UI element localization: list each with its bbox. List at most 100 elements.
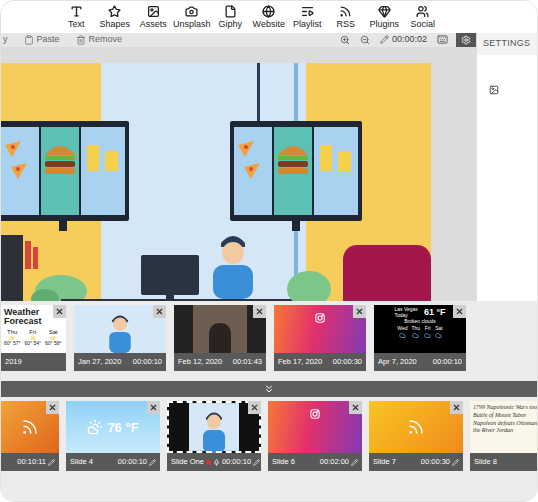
- remove-slide-button[interactable]: [253, 305, 266, 318]
- remove-slide-button[interactable]: [153, 305, 166, 318]
- edit-bar: y Paste Remove 00:00:02: [1, 33, 476, 47]
- slide-date: Jan 27, 2020: [78, 356, 121, 367]
- strip-divider[interactable]: [1, 381, 537, 397]
- cloud-icon: [424, 332, 431, 339]
- remove-slide-button[interactable]: [453, 305, 466, 318]
- city-forecast: WedThuFriSat: [397, 326, 442, 339]
- close-icon: [355, 307, 364, 316]
- instagram-art: [268, 401, 362, 453]
- close-icon: [48, 403, 57, 412]
- temperature-art: 76 °F: [66, 401, 160, 453]
- gear-icon: [461, 35, 471, 45]
- toolbar-button[interactable]: Plugins: [365, 5, 404, 29]
- remove-slide-button[interactable]: [353, 305, 366, 318]
- file-icon: [224, 5, 237, 18]
- wall-monitor: [230, 121, 362, 231]
- close-icon: [351, 403, 360, 412]
- cloud-sun-icon: [87, 419, 103, 435]
- remove-slide-button[interactable]: [53, 305, 66, 318]
- slide-duration: 00:00:10: [118, 456, 147, 467]
- slide-caption: Apr 7, 202000:00:10: [374, 353, 466, 371]
- pencil-icon[interactable]: [253, 459, 260, 466]
- slide-name: Slide 7: [373, 456, 396, 467]
- chevrons-down-icon: [263, 383, 275, 395]
- slide-thumbnail[interactable]: 76 °F Slide 4 00:00:10: [66, 401, 160, 501]
- toolbar-button[interactable]: Shapes: [96, 5, 135, 29]
- slide-thumbnail[interactable]: 00:10:11: [1, 401, 59, 501]
- remove-button[interactable]: Remove: [76, 33, 123, 47]
- text-art: 1799 Napoleonic Wars tookBattle of Mount…: [470, 401, 537, 453]
- temperature-value: 76 °F: [107, 421, 138, 434]
- toolbar-button[interactable]: Playlist: [288, 5, 327, 29]
- pencil-icon[interactable]: [351, 459, 358, 466]
- slide-caption: Feb 12, 202000:01:43: [174, 353, 266, 371]
- close-icon: [149, 403, 158, 412]
- canvas: [1, 47, 476, 313]
- weather-day: Thu60° 57°: [4, 329, 21, 347]
- pencil-icon[interactable]: [149, 459, 156, 466]
- toolbar-button[interactable]: Website: [250, 5, 289, 29]
- clipboard-icon: [24, 35, 34, 45]
- slide-thumbnail[interactable]: Slide 7 00:00:30: [369, 401, 463, 501]
- close-icon: [455, 307, 464, 316]
- duration-field[interactable]: 00:00:02: [380, 33, 427, 47]
- toolbar-button[interactable]: Assets: [134, 5, 173, 29]
- toolbar-button[interactable]: Text: [57, 5, 96, 29]
- slide-thumbnail[interactable]: Slide 600:02:00: [268, 401, 362, 501]
- slide-duration: 00:00:10: [133, 356, 162, 367]
- copy-button[interactable]: y: [3, 33, 8, 47]
- slide-list: 00:10:11 76 °F Slide 4 00:00:10 Slide One00:…: [1, 397, 537, 501]
- slide-canvas[interactable]: [1, 63, 431, 313]
- toolbar-button[interactable]: Giphy: [211, 5, 250, 29]
- wall-monitor: [1, 121, 129, 231]
- globe-icon: [262, 5, 275, 18]
- remove-slide-button[interactable]: [147, 401, 160, 414]
- forecast-day: Wed: [397, 326, 407, 339]
- city-temp: 61 °F: [424, 308, 446, 318]
- instagram-icon: [315, 313, 325, 323]
- paste-button[interactable]: Paste: [24, 33, 60, 47]
- text-line: Napoleon defeats Ottoman: [473, 420, 537, 428]
- close-icon: [452, 403, 461, 412]
- slide-caption: Jan 27, 2020 00:00:10: [74, 353, 166, 371]
- forecast-day: Fri: [424, 326, 431, 339]
- slide-duration: 00:00:30: [333, 356, 362, 367]
- slide-caption: 2019: [1, 353, 66, 371]
- slide-thumbnail[interactable]: Las VegasToday61 °FBroken cloudsWedThuFr…: [374, 305, 466, 381]
- slide-duration: 00:00:30: [421, 456, 450, 467]
- zoom-out-icon[interactable]: [360, 35, 370, 45]
- pencil-icon[interactable]: [452, 459, 459, 466]
- text-icon: [70, 5, 83, 18]
- toolbar-button[interactable]: Social: [404, 5, 443, 29]
- slide-name: Slide 4: [70, 456, 93, 467]
- slide-thumbnail[interactable]: 1799 Napoleonic Wars tookBattle of Mount…: [470, 401, 537, 501]
- settings-title: SETTINGS: [483, 37, 530, 51]
- users-icon: [416, 5, 429, 18]
- rss-icon: [21, 418, 39, 436]
- toolbar-button[interactable]: Unsplash: [173, 5, 212, 29]
- keyboard-icon[interactable]: [437, 34, 448, 45]
- slide-thumbnail[interactable]: Feb 12, 202000:01:43: [174, 305, 266, 381]
- cloud-icon: [435, 332, 442, 339]
- remove-slide-button[interactable]: [248, 401, 261, 414]
- pencil-icon[interactable]: [48, 459, 55, 466]
- cloud-icon: [399, 332, 406, 339]
- rss-icon: [339, 5, 352, 18]
- slide-thumbnail[interactable]: Feb 17, 202000:00:30: [274, 305, 366, 381]
- remove-slide-button[interactable]: [450, 401, 463, 414]
- zoom-in-icon[interactable]: [340, 35, 350, 45]
- city-condition: Broken clouds: [404, 318, 436, 324]
- remove-slide-button[interactable]: [46, 401, 59, 414]
- slide-name: Slide 6: [272, 456, 295, 467]
- rss-art: [369, 401, 463, 453]
- text-line: 1799 Napoleonic Wars took: [473, 404, 537, 412]
- slide-thumbnail[interactable]: Weather ForecastThu60° 57°Fri60° 54°Sat6…: [1, 305, 66, 381]
- toolbar-button[interactable]: RSS: [327, 5, 366, 29]
- slide-thumbnail[interactable]: Slide One00:00:10: [167, 401, 261, 501]
- image-icon[interactable]: [489, 85, 499, 95]
- settings-toggle[interactable]: [456, 33, 476, 47]
- slide-thumbnail[interactable]: Jan 27, 2020 00:00:10: [74, 305, 166, 381]
- text-line: Battle of Mount Tabor: [473, 412, 537, 420]
- remove-slide-button[interactable]: [349, 401, 362, 414]
- settings-panel: SETTINGS: [476, 33, 537, 301]
